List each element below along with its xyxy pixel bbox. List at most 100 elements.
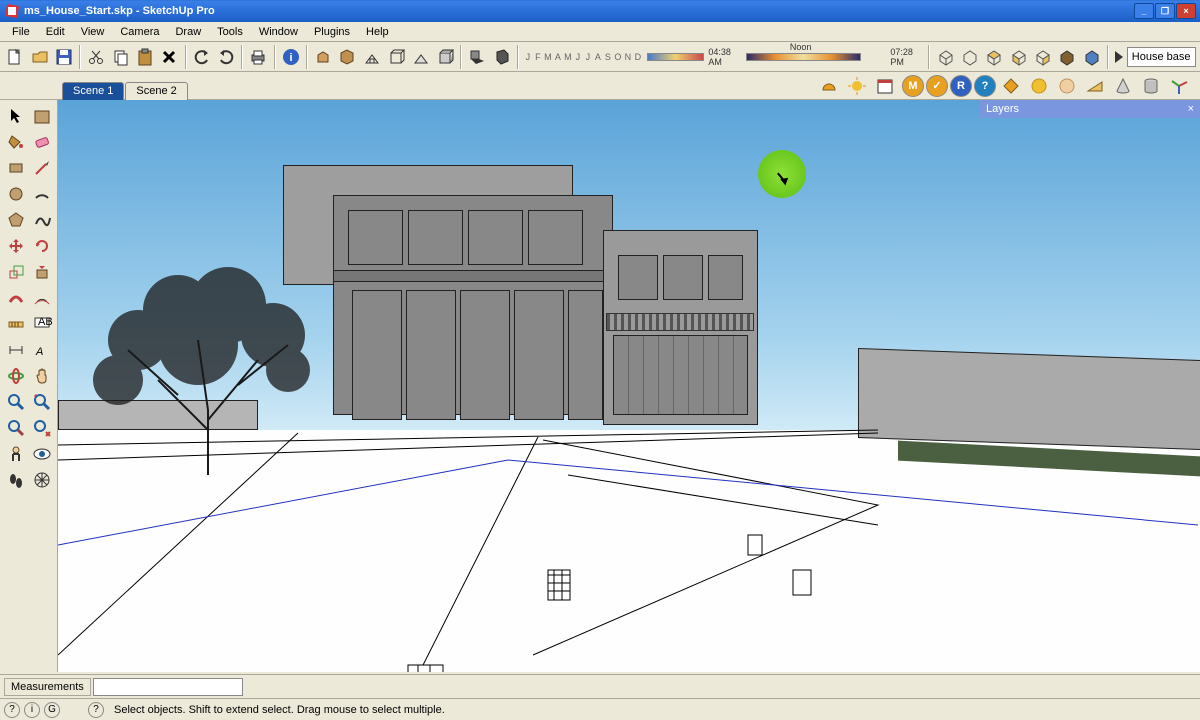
circle-tool[interactable]	[4, 182, 28, 206]
pan-tool[interactable]	[30, 364, 54, 388]
make-group-icon[interactable]	[336, 44, 358, 70]
shadow-time-slider[interactable]	[746, 53, 861, 61]
text-tool[interactable]: ABC	[30, 312, 54, 336]
m-button[interactable]: M	[902, 75, 924, 97]
arc-tool[interactable]	[30, 182, 54, 206]
component-tool[interactable]	[30, 104, 54, 128]
menu-draw[interactable]: Draw	[167, 24, 209, 40]
axes-icon[interactable]	[1166, 73, 1192, 99]
print-icon[interactable]	[247, 44, 269, 70]
menu-tools[interactable]: Tools	[209, 24, 251, 40]
orbit-tool[interactable]	[4, 364, 28, 388]
iso-view-2-icon[interactable]	[959, 44, 981, 70]
pushpull-tool[interactable]	[30, 260, 54, 284]
layers-panel-titlebar[interactable]: Layers ×	[980, 100, 1200, 118]
delete-icon[interactable]	[158, 44, 180, 70]
style-4-icon[interactable]	[434, 44, 456, 70]
paint-bucket-tool[interactable]	[4, 130, 28, 154]
iso-view-7-icon[interactable]	[1081, 44, 1103, 70]
menu-file[interactable]: File	[4, 24, 38, 40]
help-button[interactable]: ?	[974, 75, 996, 97]
iso-view-6-icon[interactable]	[1056, 44, 1078, 70]
menu-window[interactable]: Window	[251, 24, 306, 40]
walk-tool[interactable]	[4, 468, 28, 492]
open-icon[interactable]	[28, 44, 50, 70]
layers-panel-close[interactable]: ×	[1188, 103, 1194, 115]
cylinder-icon[interactable]	[1138, 73, 1164, 99]
dome-icon[interactable]	[816, 73, 842, 99]
shadow-settings-icon[interactable]	[490, 44, 512, 70]
zoom-tool[interactable]	[4, 390, 28, 414]
scale-tool[interactable]	[4, 260, 28, 284]
save-icon[interactable]	[53, 44, 75, 70]
r-button[interactable]: R	[950, 75, 972, 97]
cone-icon[interactable]	[1110, 73, 1136, 99]
model-info-icon[interactable]: i	[280, 44, 302, 70]
close-button[interactable]: ×	[1176, 3, 1196, 19]
look-around-tool[interactable]	[30, 442, 54, 466]
status-icon-2[interactable]: i	[24, 702, 40, 718]
minimize-button[interactable]: _	[1134, 3, 1154, 19]
menu-camera[interactable]: Camera	[112, 24, 167, 40]
status-icon-3[interactable]: G	[44, 702, 60, 718]
zoom-extents-tool[interactable]	[30, 390, 54, 414]
position-camera-tool[interactable]	[4, 442, 28, 466]
calendar-icon[interactable]	[872, 73, 898, 99]
layer-dropdown[interactable]: House base	[1127, 47, 1196, 67]
scene-tab-2[interactable]: Scene 2	[125, 82, 187, 100]
check-button[interactable]: ✓	[926, 75, 948, 97]
previous-view-tool[interactable]	[30, 416, 54, 440]
sun-icon[interactable]	[844, 73, 870, 99]
wedge-icon[interactable]	[1082, 73, 1108, 99]
sphere-yellow-icon[interactable]	[1026, 73, 1052, 99]
menu-plugins[interactable]: Plugins	[306, 24, 358, 40]
make-component-icon[interactable]	[312, 44, 334, 70]
status-icon-1[interactable]: ?	[4, 702, 20, 718]
shadow-month-scale[interactable]: JFMAMJJASOND	[523, 52, 643, 62]
menu-view[interactable]: View	[73, 24, 113, 40]
glass-doors	[613, 335, 748, 415]
shadow-toggle-icon[interactable]	[466, 44, 488, 70]
new-icon[interactable]	[4, 44, 26, 70]
style-2-icon[interactable]	[385, 44, 407, 70]
eraser-tool[interactable]	[30, 130, 54, 154]
line-tool[interactable]	[30, 156, 54, 180]
redo-icon[interactable]	[215, 44, 237, 70]
offset-tool[interactable]	[30, 286, 54, 310]
rotate-tool[interactable]	[30, 234, 54, 258]
glass-wall	[568, 290, 603, 420]
diamond-icon[interactable]	[998, 73, 1024, 99]
window	[708, 255, 743, 300]
status-help-icon[interactable]: ?	[88, 702, 104, 718]
menu-edit[interactable]: Edit	[38, 24, 73, 40]
select-tool[interactable]	[4, 104, 28, 128]
copy-icon[interactable]	[109, 44, 131, 70]
dimension-tool[interactable]	[4, 338, 28, 362]
iso-view-5-icon[interactable]	[1032, 44, 1054, 70]
measurements-input[interactable]	[93, 678, 243, 696]
sphere-peach-icon[interactable]	[1054, 73, 1080, 99]
paste-icon[interactable]	[134, 44, 156, 70]
cut-icon[interactable]	[85, 44, 107, 70]
viewport[interactable]: Layers ×	[58, 100, 1200, 672]
iso-view-3-icon[interactable]	[983, 44, 1005, 70]
scene-tab-1[interactable]: Scene 1	[62, 82, 124, 100]
zoom-window-tool[interactable]	[4, 416, 28, 440]
followme-tool[interactable]	[4, 286, 28, 310]
maximize-button[interactable]: ❐	[1155, 3, 1175, 19]
style-1-icon[interactable]	[361, 44, 383, 70]
menu-help[interactable]: Help	[358, 24, 397, 40]
polygon-tool[interactable]	[4, 208, 28, 232]
protractor-tool[interactable]: A	[30, 338, 54, 362]
section-plane-tool[interactable]	[30, 468, 54, 492]
iso-view-1-icon[interactable]	[934, 44, 956, 70]
freehand-tool[interactable]	[30, 208, 54, 232]
tape-tool[interactable]	[4, 312, 28, 336]
iso-view-4-icon[interactable]	[1007, 44, 1029, 70]
shadow-controls: JFMAMJJASOND 04:38 AM Noon 07:28 PM	[523, 47, 925, 67]
style-3-icon[interactable]	[409, 44, 431, 70]
shadow-date-slider[interactable]	[647, 53, 705, 61]
undo-icon[interactable]	[191, 44, 213, 70]
move-tool[interactable]	[4, 234, 28, 258]
rectangle-tool[interactable]	[4, 156, 28, 180]
